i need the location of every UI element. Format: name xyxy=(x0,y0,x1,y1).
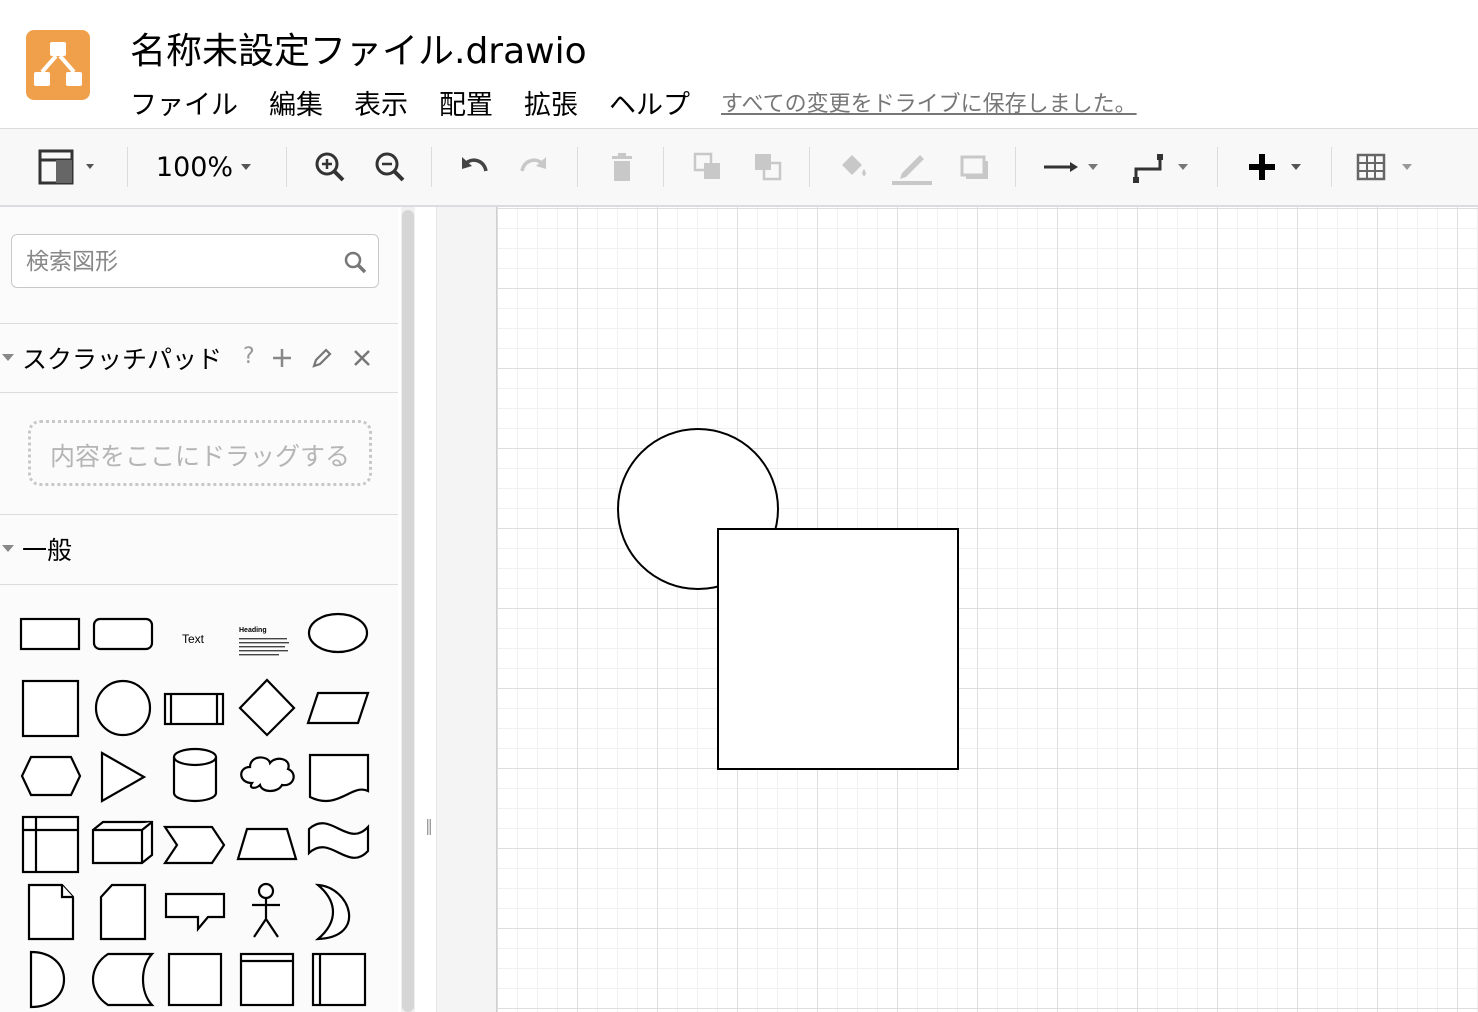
shape-text: Text xyxy=(182,632,205,646)
header: 名称未設定ファイル.drawio ファイル 編集 表示 配置 拡張 ヘルプ すべ… xyxy=(0,0,1478,129)
drop-hint: 内容をここにドラッグする xyxy=(49,442,350,471)
shape-card xyxy=(99,883,147,941)
shape-triangle xyxy=(100,751,147,803)
sidebar-scrollbar-thumb[interactable] xyxy=(402,210,414,1012)
connection-icon xyxy=(1044,162,1098,172)
menu-arrange[interactable]: 配置 xyxy=(439,83,493,122)
line-color-icon xyxy=(892,155,932,185)
shape-heading: Heading xyxy=(239,627,267,634)
fill-color-button[interactable] xyxy=(830,129,874,205)
shape-delay xyxy=(29,950,66,1009)
shape-rectangle xyxy=(19,617,81,651)
file-title[interactable]: 名称未設定ファイル.drawio xyxy=(130,22,587,74)
scratchpad-help-button[interactable]: ? xyxy=(243,344,255,369)
scratchpad-drop-zone[interactable]: 内容をここにドラッグする xyxy=(28,420,372,486)
diagram-page[interactable] xyxy=(496,207,1478,1012)
scratchpad-header[interactable]: スクラッチパッド ? xyxy=(0,323,398,392)
scratchpad-edit-icon[interactable] xyxy=(310,346,334,370)
shape-ellipse xyxy=(307,612,369,654)
shape-rounded-rectangle xyxy=(92,617,154,651)
shadow-icon xyxy=(960,155,988,179)
scratchpad-close-icon[interactable] xyxy=(350,346,374,370)
delete-icon xyxy=(612,153,632,181)
zoom-in-icon xyxy=(315,152,345,182)
insert-icon xyxy=(1249,154,1301,180)
shape-hexagon xyxy=(20,755,82,797)
save-status-link[interactable]: すべての変更をドライブに保存しました。 xyxy=(721,86,1137,118)
search-input[interactable] xyxy=(24,245,328,279)
to-front-icon xyxy=(693,152,720,179)
collapse-triangle-icon xyxy=(2,354,14,361)
shape-square xyxy=(21,679,80,738)
menubar: ファイル 編集 表示 配置 拡張 ヘルプ すべての変更をドライブに保存しました。 xyxy=(130,82,1137,122)
shape-stored-data xyxy=(92,952,155,1007)
shape-heading-body-lines xyxy=(239,638,289,656)
shape-step xyxy=(162,825,226,865)
to-back-icon xyxy=(755,154,782,181)
shape-callout xyxy=(164,892,226,933)
shape-cloud xyxy=(240,756,295,793)
drawio-logo[interactable] xyxy=(26,30,90,100)
shape-container xyxy=(167,952,223,1007)
toolbar: 100% xyxy=(0,129,1478,207)
shape-tape xyxy=(307,822,370,859)
general-shapes-palette: Text Heading xyxy=(19,612,370,1009)
shape-actor xyxy=(257,882,275,900)
shape-parallelogram xyxy=(306,691,370,725)
shadow-button[interactable] xyxy=(952,129,996,205)
delete-button[interactable] xyxy=(600,129,644,205)
search-box xyxy=(11,234,379,288)
menu-help[interactable]: ヘルプ xyxy=(609,83,690,122)
diagram-shapes xyxy=(617,428,959,770)
drawio-logo-icon xyxy=(34,42,82,86)
undo-icon xyxy=(462,157,488,172)
zoom-in-button[interactable] xyxy=(308,129,352,205)
format-panel-icon xyxy=(38,149,94,185)
shape-sidebar: スクラッチパッド ? 内容をここにドラッグする 一般 xyxy=(0,207,398,1012)
menu-edit[interactable]: 編集 xyxy=(269,83,323,122)
line-color-button[interactable] xyxy=(890,129,934,205)
shape-trapezoid xyxy=(236,827,298,861)
format-panel-button[interactable] xyxy=(30,129,106,205)
collapse-triangle-icon xyxy=(2,545,14,552)
table-button[interactable] xyxy=(1350,129,1420,205)
table-icon xyxy=(1356,153,1412,181)
to-front-button[interactable] xyxy=(686,129,730,205)
redo-icon xyxy=(520,157,546,172)
menu-extras[interactable]: 拡張 xyxy=(524,83,578,122)
menu-view[interactable]: 表示 xyxy=(354,83,408,122)
zoom-level: 100% xyxy=(155,151,234,183)
insert-button[interactable] xyxy=(1238,129,1310,205)
fill-color-icon xyxy=(842,155,866,176)
general-label: 一般 xyxy=(22,536,73,565)
zoom-out-button[interactable] xyxy=(368,129,412,205)
scratchpad-label: スクラッチパッド xyxy=(22,345,223,374)
search-icon[interactable] xyxy=(342,249,368,275)
chevron-down-icon xyxy=(241,164,252,170)
zoom-dropdown[interactable]: 100% xyxy=(150,129,265,205)
panel-splitter[interactable] xyxy=(420,207,437,1012)
shape-document xyxy=(308,753,370,803)
canvas-rectangle[interactable] xyxy=(717,528,959,770)
waypoints-icon xyxy=(1133,154,1188,183)
zoom-out-icon xyxy=(375,152,405,182)
menu-file[interactable]: ファイル xyxy=(130,83,238,122)
connection-style-button[interactable] xyxy=(1036,129,1106,205)
splitter-grip-icon[interactable]: ‖ xyxy=(425,816,433,835)
to-back-button[interactable] xyxy=(746,129,790,205)
shape-process xyxy=(163,692,225,726)
undo-button[interactable] xyxy=(452,129,496,205)
shape-circle xyxy=(94,679,152,737)
shape-internal-storage xyxy=(21,815,80,874)
waypoints-button[interactable] xyxy=(1126,129,1196,205)
redo-button[interactable] xyxy=(512,129,556,205)
shape-diamond xyxy=(238,678,296,737)
shape-moon xyxy=(314,883,351,941)
scratchpad-add-icon[interactable] xyxy=(270,346,294,370)
general-header[interactable]: 一般 xyxy=(0,514,398,583)
